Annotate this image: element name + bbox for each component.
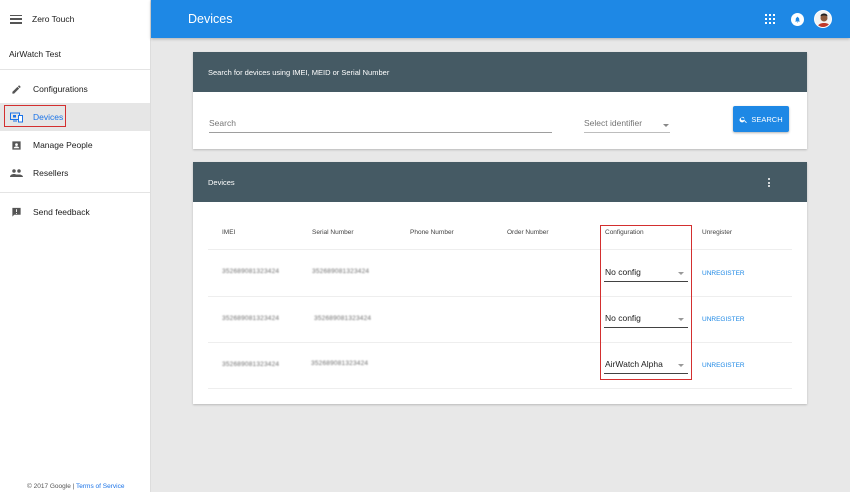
org-name: AirWatch Test (0, 38, 150, 70)
search-input-placeholder: Search (209, 118, 236, 128)
devices-card-header: Devices (193, 162, 807, 202)
apps-grid-icon[interactable] (765, 14, 775, 24)
chevron-down-icon (663, 124, 669, 127)
unregister-button[interactable]: UNREGISTER (702, 316, 745, 323)
top-app-bar: Devices (151, 0, 850, 38)
unregister-button[interactable]: UNREGISTER (702, 362, 745, 369)
column-header-order: Order Number (507, 229, 549, 236)
search-button[interactable]: SEARCH (733, 106, 789, 132)
chevron-down-icon (678, 318, 684, 321)
nav-divider (0, 192, 150, 193)
feedback-icon (9, 205, 23, 219)
configuration-value: No config (605, 267, 641, 277)
send-feedback-button[interactable]: Send feedback (0, 198, 150, 226)
search-button-label: SEARCH (751, 114, 783, 124)
search-input[interactable]: Search (209, 118, 552, 133)
serial-cell: 352689081323424 (311, 360, 369, 367)
search-icon (739, 116, 748, 123)
sidebar-item-label: Configurations (33, 84, 88, 94)
avatar[interactable] (814, 10, 832, 28)
menu-icon[interactable] (10, 14, 22, 24)
terms-of-service-link[interactable]: Terms of Service (76, 483, 124, 490)
imei-cell: 352689081323424 (222, 268, 280, 275)
sidebar-nav: Configurations Devices Manage People Res… (0, 70, 150, 226)
column-header-phone: Phone Number (410, 229, 454, 236)
identifier-select[interactable]: Select identifier (584, 118, 670, 133)
column-header-serial: Serial Number (312, 229, 354, 236)
serial-cell: 352689081323424 (314, 315, 372, 322)
people-icon (9, 166, 23, 180)
imei-cell: 352689081323424 (222, 361, 280, 368)
devices-icon (9, 110, 23, 124)
row-divider (208, 296, 792, 297)
copyright-text: © 2017 Google | (27, 483, 75, 490)
notifications-icon[interactable] (791, 12, 804, 26)
page-title: Devices (188, 12, 233, 26)
row-divider (208, 388, 792, 389)
pencil-icon (9, 82, 23, 96)
chevron-down-icon (678, 364, 684, 367)
column-header-configuration: Configuration (605, 229, 644, 236)
imei-cell: 352689081323424 (222, 315, 280, 322)
row-divider (208, 249, 792, 250)
serial-cell: 352689081323424 (312, 268, 370, 275)
search-card-header: Search for devices using IMEI, MEID or S… (193, 52, 807, 92)
chevron-down-icon (678, 272, 684, 275)
sidebar-item-configurations[interactable]: Configurations (0, 75, 150, 103)
configuration-value: No config (605, 313, 641, 323)
row-divider (208, 342, 792, 343)
search-card: Search for devices using IMEI, MEID or S… (193, 52, 807, 149)
configuration-select[interactable]: AirWatch Alpha (604, 359, 688, 374)
app-title: Zero Touch (32, 14, 75, 24)
sidebar-item-devices[interactable]: Devices (0, 103, 150, 131)
configuration-select[interactable]: No config (604, 313, 688, 328)
identifier-select-placeholder: Select identifier (584, 118, 643, 128)
topbar-actions (765, 10, 832, 28)
sidebar-header: Zero Touch (0, 0, 150, 38)
sidebar-item-label: Resellers (33, 168, 69, 178)
configuration-select[interactable]: No config (604, 267, 688, 282)
configuration-value: AirWatch Alpha (605, 359, 663, 369)
sidebar-item-manage-people[interactable]: Manage People (0, 131, 150, 159)
sidebar-item-label: Manage People (33, 140, 93, 150)
footer: © 2017 Google | Terms of Service (27, 483, 124, 490)
column-header-unregister: Unregister (702, 229, 732, 236)
devices-card-title: Devices (208, 177, 235, 187)
unregister-button[interactable]: UNREGISTER (702, 270, 745, 277)
column-header-imei: IMEI (222, 229, 236, 236)
sidebar-item-resellers[interactable]: Resellers (0, 159, 150, 187)
sidebar: Zero Touch AirWatch Test Configurations … (0, 0, 151, 492)
sidebar-item-label: Devices (33, 112, 64, 122)
person-icon (9, 138, 23, 152)
more-vert-icon[interactable] (768, 178, 770, 187)
send-feedback-label: Send feedback (33, 207, 90, 217)
